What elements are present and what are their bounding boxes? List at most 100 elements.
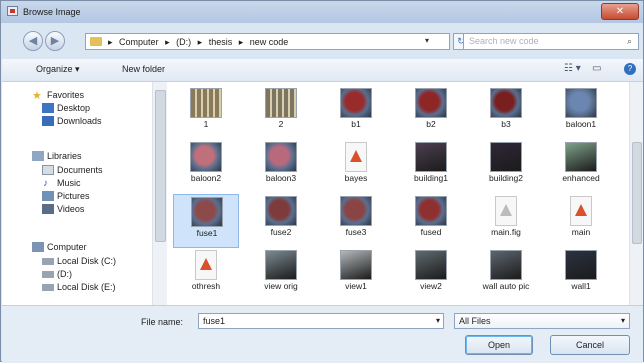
address-row: ◀ ▶ ▸ Computer ▸ (D:) ▸ thesis ▸ new cod… (1, 25, 643, 57)
sidebar-item-videos[interactable]: Videos (57, 204, 84, 214)
file-item[interactable]: 2 (248, 86, 314, 140)
file-name: view orig (264, 281, 298, 291)
file-item[interactable]: building2 (473, 140, 539, 194)
file-item[interactable]: bayes (323, 140, 389, 194)
file-name: wall1 (571, 281, 591, 291)
sidebar-scrollbar[interactable] (152, 82, 167, 305)
file-item[interactable]: baloon1 (548, 86, 614, 140)
file-list-scrollbar[interactable] (629, 82, 643, 305)
file-name: bayes (344, 173, 368, 183)
file-name-input[interactable]: fuse1 ▾ (198, 313, 444, 329)
title-bar: Browse Image ✕ (1, 1, 643, 23)
file-name: fused (420, 227, 442, 237)
sidebar-item-pictures[interactable]: Pictures (57, 191, 90, 201)
breadcrumb-thesis[interactable]: thesis (209, 37, 233, 47)
file-name: fuse3 (345, 227, 367, 237)
sidebar-item-local-disk-c[interactable]: Local Disk (C:) (57, 256, 116, 266)
breadcrumb-separator: ▸ (238, 37, 244, 47)
file-name: 1 (203, 119, 209, 129)
search-icon[interactable]: ⌕ (627, 36, 632, 47)
fig-file-icon (495, 196, 517, 226)
matlab-logo-icon (350, 150, 362, 162)
desktop-icon (42, 103, 54, 113)
close-button[interactable]: ✕ (601, 3, 639, 20)
sidebar-item-favorites[interactable]: Favorites (47, 90, 84, 100)
file-item[interactable]: view1 (323, 248, 389, 302)
red-photo-thumb (265, 196, 297, 226)
file-item[interactable]: fuse2 (248, 194, 314, 248)
file-item[interactable]: fuse1 (173, 194, 239, 248)
sidebar-item-drive-d[interactable]: (D:) (57, 269, 72, 279)
file-item[interactable]: baloon2 (173, 140, 239, 194)
file-item[interactable]: enhanced (548, 140, 614, 194)
file-name: baloon2 (190, 173, 222, 183)
forward-button[interactable]: ▶ (45, 31, 65, 51)
file-item[interactable]: wall1 (548, 248, 614, 302)
app-icon (7, 6, 18, 16)
chevron-down-icon[interactable]: ▾ (425, 36, 429, 45)
file-item[interactable]: othresh (173, 248, 239, 302)
search-input[interactable]: Search new code (463, 33, 639, 50)
back-button[interactable]: ◀ (23, 31, 43, 51)
breadcrumb-drive-d[interactable]: (D:) (176, 37, 191, 47)
file-name: building2 (488, 173, 524, 183)
file-item[interactable]: 1 (173, 86, 239, 140)
star-icon: ★ (32, 90, 42, 102)
red-photo-thumb (490, 88, 522, 118)
file-item[interactable]: baloon3 (248, 140, 314, 194)
scrollbar-thumb[interactable] (155, 90, 166, 242)
red-photo-thumb (415, 196, 447, 226)
navigation-pane: ★ Favorites Desktop Downloads Libraries … (2, 82, 153, 305)
scrollbar-thumb[interactable] (632, 142, 642, 244)
file-item[interactable]: building1 (398, 140, 464, 194)
breadcrumb-computer[interactable]: Computer (119, 37, 159, 47)
file-item[interactable]: view2 (398, 248, 464, 302)
matlab-logo-icon (575, 204, 587, 216)
help-icon[interactable]: ? (624, 63, 636, 75)
sidebar-item-documents[interactable]: Documents (57, 165, 103, 175)
sidebar-item-local-disk-e[interactable]: Local Disk (E:) (57, 282, 116, 292)
file-name: view2 (420, 281, 442, 291)
file-item[interactable]: fused (398, 194, 464, 248)
cancel-button[interactable]: Cancel (550, 335, 630, 355)
sidebar-item-downloads[interactable]: Downloads (57, 116, 102, 126)
file-item[interactable]: b3 (473, 86, 539, 140)
sidebar-item-computer[interactable]: Computer (47, 242, 87, 252)
red-photo-thumb (340, 196, 372, 226)
computer-icon (32, 242, 44, 252)
breadcrumb-new-code[interactable]: new code (250, 37, 289, 47)
new-folder-button[interactable]: New folder (122, 64, 165, 74)
sidebar-item-libraries[interactable]: Libraries (47, 151, 82, 161)
file-type-select[interactable]: All Files ▾ (454, 313, 630, 329)
libraries-icon (32, 151, 44, 161)
chevron-down-icon[interactable]: ▾ (436, 314, 440, 328)
drive-icon (42, 271, 54, 278)
address-bar[interactable]: ▸ Computer ▸ (D:) ▸ thesis ▸ new code ▾ (85, 33, 450, 50)
file-item[interactable]: b1 (323, 86, 389, 140)
breadcrumb: ▸ Computer ▸ (D:) ▸ thesis ▸ new code (108, 37, 292, 48)
preview-pane-icon[interactable]: ▭ (592, 63, 601, 75)
chevron-down-icon[interactable]: ▾ (621, 314, 625, 328)
sidebar-item-music[interactable]: Music (57, 178, 81, 188)
sidebar-item-desktop[interactable]: Desktop (57, 103, 90, 113)
documents-icon (42, 165, 54, 175)
open-button[interactable]: Open (465, 335, 533, 355)
downloads-icon (42, 116, 54, 126)
file-item[interactable]: view orig (248, 248, 314, 302)
file-item[interactable]: main.fig (473, 194, 539, 248)
file-item[interactable]: b2 (398, 86, 464, 140)
file-item[interactable]: main (548, 194, 614, 248)
file-item[interactable]: wall auto pic (473, 248, 539, 302)
file-list: 1 2 b1 b2 b3 baloon1 baloon2 baloon3 bayes buildi… (167, 82, 629, 305)
file-name: main.fig (491, 227, 521, 237)
organize-menu[interactable]: Organize ▾ (36, 64, 80, 75)
file-name: b2 (426, 119, 436, 129)
file-name: view1 (345, 281, 367, 291)
red-photo-thumb (415, 88, 447, 118)
views-icon[interactable]: ☷ ▾ (564, 63, 581, 75)
matlab-file-icon (570, 196, 592, 226)
wall-photo-thumb (490, 250, 522, 280)
breadcrumb-separator: ▸ (197, 37, 203, 47)
file-item[interactable]: fuse3 (323, 194, 389, 248)
file-name: wall auto pic (482, 281, 530, 291)
